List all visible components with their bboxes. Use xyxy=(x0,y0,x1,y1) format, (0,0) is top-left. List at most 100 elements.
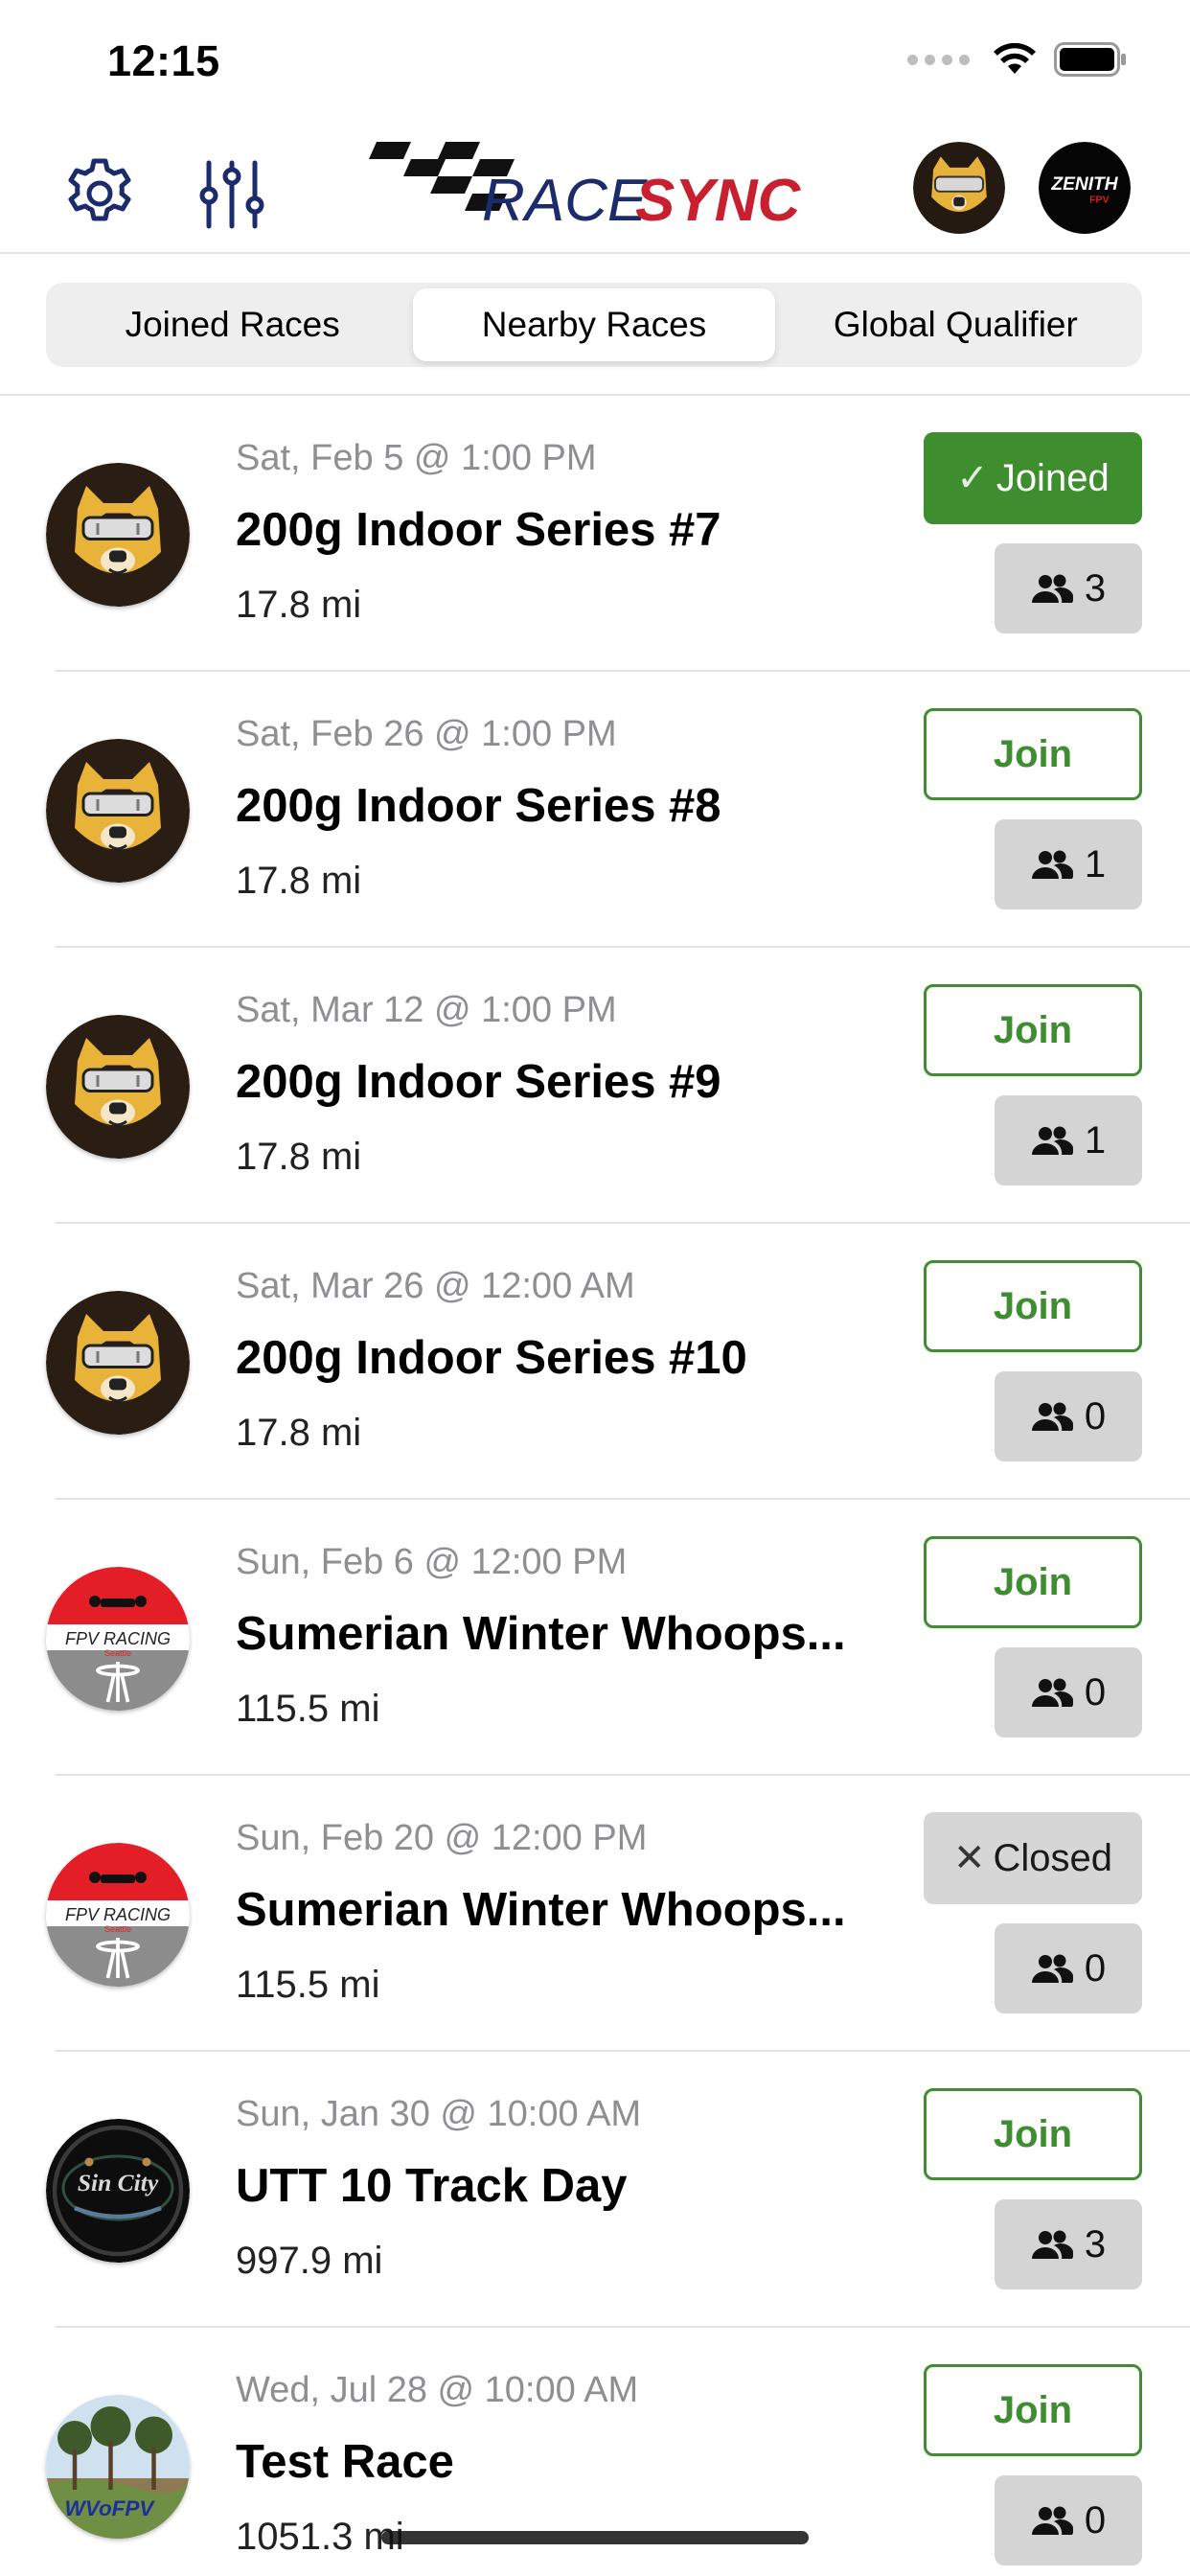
participant-count: 0 xyxy=(1084,1670,1107,1714)
svg-text:Seattle: Seattle xyxy=(104,1924,131,1934)
join-button[interactable]: Join xyxy=(924,2364,1142,2456)
svg-text:Sin City: Sin City xyxy=(78,2169,159,2196)
status-label: Join xyxy=(993,2388,1073,2431)
race-row-3[interactable]: Sat, Mar 12 @ 1:00 PM 200g Indoor Series… xyxy=(0,948,1190,1224)
participant-count: 0 xyxy=(1084,1946,1107,1990)
join-button[interactable]: Join xyxy=(924,708,1142,800)
status-bar: 12:15 xyxy=(0,0,1190,134)
fpv-racing-seattle-avatar: FPV RACING Seattle xyxy=(46,1843,190,1987)
race-row-2[interactable]: Sat, Feb 26 @ 1:00 PM 200g Indoor Series… xyxy=(0,672,1190,948)
logo-sync-text: SYNC xyxy=(635,168,801,234)
people-icon xyxy=(1031,850,1073,879)
svg-text:FPV RACING: FPV RACING xyxy=(65,1905,171,1924)
svg-text:FPV RACING: FPV RACING xyxy=(65,1629,171,1648)
people-icon xyxy=(1031,574,1073,603)
tab-global-qualifier[interactable]: Global Qualifier xyxy=(775,288,1136,361)
participant-count: 3 xyxy=(1084,566,1107,610)
participant-count: 3 xyxy=(1084,2222,1107,2266)
race-date: Sun, Feb 20 @ 12:00 PM xyxy=(236,1818,648,1858)
tab-joined-races[interactable]: Joined Races xyxy=(52,288,413,361)
svg-text:WVoFPV: WVoFPV xyxy=(65,2496,156,2520)
fpv-racing-seattle-avatar: FPV RACING Seattle xyxy=(46,1567,190,1711)
participant-count-button[interactable]: 0 xyxy=(995,1371,1142,1461)
zenith-fpv-avatar[interactable]: ZENITH FPV xyxy=(1039,142,1131,234)
race-distance: 17.8 mi xyxy=(236,860,362,902)
join-button[interactable]: Join xyxy=(924,1260,1142,1352)
joined-button[interactable]: ✓ Joined xyxy=(924,432,1142,524)
status-time: 12:15 xyxy=(107,36,220,85)
race-date: Wed, Jul 28 @ 10:00 AM xyxy=(236,2370,639,2410)
race-date: Sat, Feb 5 @ 1:00 PM xyxy=(236,438,597,478)
wifi-icon xyxy=(994,43,1036,74)
race-date: Sun, Feb 6 @ 12:00 PM xyxy=(236,1542,628,1582)
race-title: Test Race xyxy=(236,2436,454,2488)
race-title: Sumerian Winter Whoops... xyxy=(236,1884,846,1936)
people-icon xyxy=(1031,1402,1073,1431)
participant-count-button[interactable]: 1 xyxy=(995,819,1142,909)
participant-count-button[interactable]: 0 xyxy=(995,1647,1142,1737)
sliders-icon[interactable] xyxy=(192,153,272,234)
race-row-7[interactable]: Sin City Sun, Jan 30 @ 10:00 AM UTT 10 T… xyxy=(0,2052,1190,2328)
segment-bar: Joined Races Nearby Races Global Qualifi… xyxy=(0,254,1190,396)
participant-count-button[interactable]: 0 xyxy=(995,1923,1142,2013)
tab-nearby-races[interactable]: Nearby Races xyxy=(413,288,775,361)
race-filter-segmented-control: Joined Races Nearby Races Global Qualifi… xyxy=(46,283,1142,367)
participant-count-button[interactable]: 3 xyxy=(995,543,1142,633)
battery-icon xyxy=(1054,42,1126,77)
race-title: 200g Indoor Series #9 xyxy=(236,1056,721,1108)
status-label: Join xyxy=(993,1560,1073,1603)
people-icon xyxy=(1031,1678,1073,1707)
people-icon xyxy=(1031,2230,1073,2259)
svg-text:Seattle: Seattle xyxy=(104,1648,131,1658)
join-button[interactable]: Join xyxy=(924,2088,1142,2180)
race-row-6[interactable]: FPV RACING Seattle Sun, Feb 20 @ 12:00 P… xyxy=(0,1776,1190,2052)
participant-count-button[interactable]: 0 xyxy=(995,2475,1142,2565)
participant-count: 0 xyxy=(1084,1394,1107,1438)
status-label: Join xyxy=(993,2112,1073,2155)
race-row-5[interactable]: FPV RACING Seattle Sun, Feb 6 @ 12:00 PM… xyxy=(0,1500,1190,1776)
gear-icon[interactable] xyxy=(59,153,140,234)
join-button[interactable]: Join xyxy=(924,984,1142,1076)
status-indicators xyxy=(907,42,1127,77)
race-title: 200g Indoor Series #7 xyxy=(236,504,721,556)
race-distance: 17.8 mi xyxy=(236,584,362,626)
people-icon xyxy=(1031,2506,1073,2535)
zenith-text: ZENITH xyxy=(1050,174,1118,195)
status-label: Joined xyxy=(995,456,1110,499)
closed-button[interactable]: ✕ Closed xyxy=(924,1812,1142,1904)
race-title: Sumerian Winter Whoops... xyxy=(236,1608,846,1660)
dog-avatar xyxy=(46,739,190,883)
participant-count-button[interactable]: 3 xyxy=(995,2199,1142,2289)
status-label: Join xyxy=(993,732,1073,775)
participant-count-button[interactable]: 1 xyxy=(995,1095,1142,1185)
dog-avatar xyxy=(46,1291,190,1435)
race-distance: 115.5 mi xyxy=(236,1688,380,1730)
participant-count: 1 xyxy=(1084,842,1107,886)
chapter-avatar[interactable] xyxy=(913,142,1005,234)
logo-race-text: RACE xyxy=(482,168,648,234)
race-row-1[interactable]: Sat, Feb 5 @ 1:00 PM 200g Indoor Series … xyxy=(0,396,1190,672)
people-icon xyxy=(1031,1126,1073,1155)
race-row-4[interactable]: Sat, Mar 26 @ 12:00 AM 200g Indoor Serie… xyxy=(0,1224,1190,1500)
status-label: Closed xyxy=(993,1836,1113,1879)
dog-avatar xyxy=(46,1015,190,1159)
race-distance: 17.8 mi xyxy=(236,1412,362,1454)
status-label: Join xyxy=(993,1284,1073,1327)
race-title: 200g Indoor Series #8 xyxy=(236,780,721,832)
checkmark-icon: ✓ xyxy=(956,457,989,499)
status-label: Join xyxy=(993,1008,1073,1051)
people-icon xyxy=(1031,1954,1073,1983)
sin-city-avatar: Sin City xyxy=(46,2119,190,2263)
race-distance: 997.9 mi xyxy=(236,2240,383,2282)
dog-avatar xyxy=(46,463,190,607)
race-title: 200g Indoor Series #10 xyxy=(236,1332,747,1384)
race-list: Sat, Feb 5 @ 1:00 PM 200g Indoor Series … xyxy=(0,396,1190,2576)
join-button[interactable]: Join xyxy=(924,1536,1142,1628)
race-distance: 115.5 mi xyxy=(236,1964,380,2006)
close-icon: ✕ xyxy=(952,1837,986,1879)
nav-bar: RACE SYNC ZENITH FPV xyxy=(0,134,1190,254)
zenith-sub-text: FPV xyxy=(1089,194,1110,205)
home-indicator xyxy=(381,2531,809,2544)
race-date: Sat, Mar 26 @ 12:00 AM xyxy=(236,1266,635,1306)
race-distance: 1051.3 mi xyxy=(236,2516,404,2558)
